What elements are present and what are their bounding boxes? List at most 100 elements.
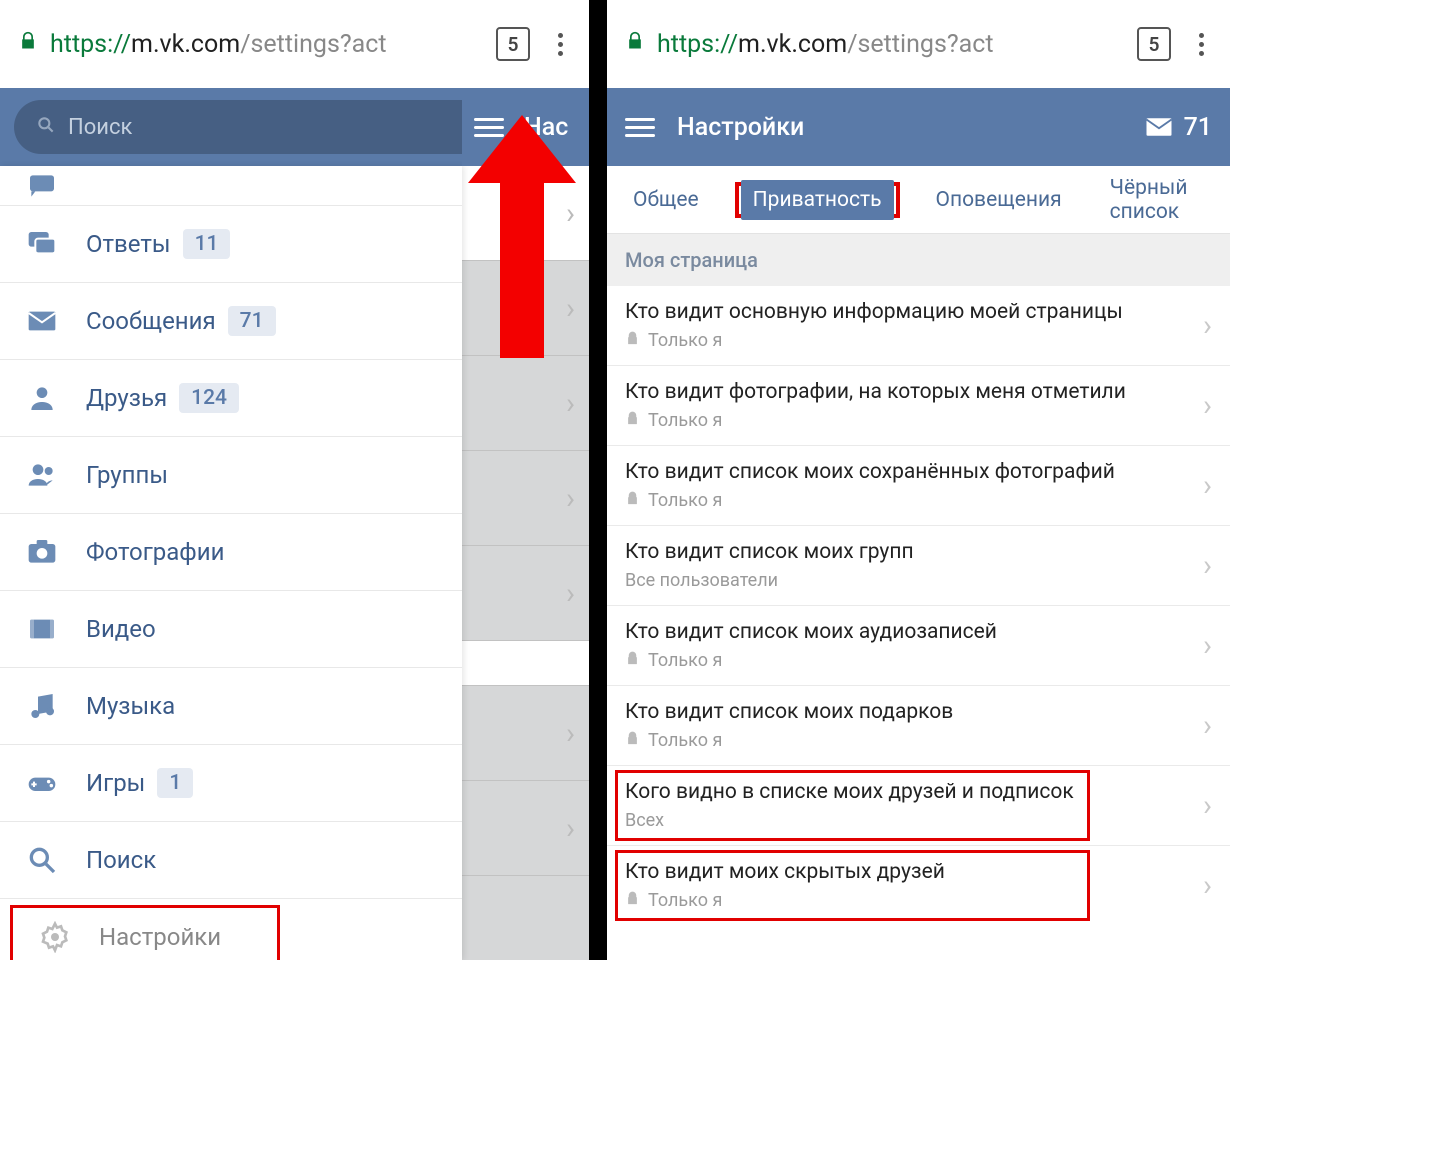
browser-menu-icon[interactable]: [550, 29, 571, 60]
bg-list-row[interactable]: ›: [462, 546, 589, 641]
camera-icon: [26, 536, 86, 568]
hamburger-icon[interactable]: [625, 113, 655, 142]
privacy-row-tagged-photos[interactable]: Кто видит фотографии, на которых меня от…: [607, 366, 1230, 446]
sidebar-item-search[interactable]: Поиск: [0, 822, 462, 899]
privacy-row-gifts[interactable]: Кто видит список моих подарков Только я …: [607, 686, 1230, 766]
sidebar-item-label: Музыка: [86, 692, 175, 720]
chat-icon: [26, 170, 86, 202]
sidebar-item-label: Видео: [86, 615, 156, 643]
search-placeholder: Поиск: [68, 115, 132, 140]
chevron-right-icon: ›: [566, 386, 575, 421]
privacy-row-value: Только я: [625, 730, 1203, 751]
sidebar-item-music[interactable]: Музыка: [0, 668, 462, 745]
chevron-right-icon: ›: [1203, 468, 1212, 503]
sidebar-item-label: Друзья: [86, 384, 167, 412]
sidebar-item-groups[interactable]: Группы: [0, 437, 462, 514]
sidebar-item-label: Поиск: [86, 846, 156, 874]
sidebar-item-video[interactable]: Видео: [0, 591, 462, 668]
tab-blacklist[interactable]: Чёрный список: [1098, 168, 1216, 232]
sidebar-item-label: Игры: [86, 769, 145, 797]
tab-general[interactable]: Общее: [621, 180, 711, 220]
sidebar-item-label: Группы: [86, 461, 168, 489]
sidebar-item-label: Фотографии: [86, 538, 224, 566]
privacy-row-title: Кто видит список моих сохранённых фотогр…: [625, 460, 1203, 484]
replies-icon: [26, 228, 86, 260]
lock-icon: [625, 650, 640, 671]
tab-privacy[interactable]: Приватность: [741, 180, 894, 220]
lock-icon: [18, 31, 38, 57]
tab-notifications[interactable]: Оповещения: [924, 180, 1074, 220]
sidebar-item-label: Ответы: [86, 230, 171, 258]
tab-count-button[interactable]: 5: [496, 27, 530, 61]
bg-list-row[interactable]: ›: [462, 356, 589, 451]
sidebar-item-photos[interactable]: Фотографии: [0, 514, 462, 591]
film-icon: [26, 613, 86, 645]
lock-icon: [625, 410, 640, 431]
lock-icon: [625, 490, 640, 511]
gear-icon: [39, 921, 99, 953]
messages-badge[interactable]: 71: [1144, 112, 1212, 142]
chevron-right-icon: ›: [566, 576, 575, 611]
chevron-right-icon: ›: [566, 811, 575, 846]
privacy-row-hidden-friends[interactable]: Кто видит моих скрытых друзей Только я ›: [607, 846, 1230, 925]
lock-icon: [625, 730, 640, 751]
chevron-right-icon: ›: [1203, 788, 1212, 823]
privacy-row-value: Только я: [625, 650, 1203, 671]
sidebar: Ответы 11 Сообщения 71 Друзья 124 Группы: [0, 166, 462, 960]
annotation-highlight: Приватность: [735, 182, 900, 218]
badge: 124: [179, 383, 239, 413]
sidebar-item-games[interactable]: Игры 1: [0, 745, 462, 822]
right-screenshot: https://m.vk.com/settings?act 5 Настройк…: [607, 0, 1230, 960]
bg-list-row[interactable]: ›: [462, 686, 589, 781]
messages-count: 71: [1184, 113, 1212, 142]
left-screenshot: https://m.vk.com/settings?act 5 Поиск На…: [0, 0, 607, 960]
bg-list-row[interactable]: ›: [462, 781, 589, 876]
sidebar-item-messages[interactable]: Сообщения 71: [0, 283, 462, 360]
privacy-row-title: Кто видит список моих групп: [625, 540, 1203, 564]
annotation-arrow: [468, 115, 576, 358]
privacy-row-title: Кого видно в списке моих друзей и подпис…: [625, 780, 1203, 804]
badge: 71: [228, 306, 276, 336]
privacy-row-groups[interactable]: Кто видит список моих групп Все пользова…: [607, 526, 1230, 606]
lock-icon: [625, 890, 640, 911]
person-icon: [26, 382, 86, 414]
vk-header-right: Настройки 71: [607, 88, 1230, 166]
search-icon: [36, 115, 56, 140]
chevron-right-icon: ›: [566, 481, 575, 516]
lock-icon: [625, 330, 640, 351]
privacy-row-value: Только я: [625, 890, 1203, 911]
privacy-row-value: Только я: [625, 330, 1203, 351]
privacy-row-value: Только я: [625, 490, 1203, 511]
chevron-right-icon: ›: [1203, 628, 1212, 663]
sidebar-item-label: Сообщения: [86, 307, 216, 335]
settings-tabs: Общее Приватность Оповещения Чёрный спис…: [607, 166, 1230, 234]
sidebar-item-partial[interactable]: [0, 166, 462, 206]
envelope-icon: [1144, 112, 1174, 142]
chevron-right-icon: ›: [1203, 388, 1212, 423]
privacy-row-friends-list[interactable]: Кого видно в списке моих друзей и подпис…: [607, 766, 1230, 846]
privacy-row-basic-info[interactable]: Кто видит основную информацию моей стран…: [607, 286, 1230, 366]
search-icon: [26, 844, 86, 876]
privacy-row-value: Все пользователи: [625, 570, 1203, 591]
browser-menu-icon[interactable]: [1191, 29, 1212, 60]
privacy-row-title: Кто видит моих скрытых друзей: [625, 860, 1203, 884]
browser-address-bar[interactable]: https://m.vk.com/settings?act 5: [607, 0, 1230, 88]
privacy-row-saved-photos[interactable]: Кто видит список моих сохранённых фотогр…: [607, 446, 1230, 526]
sidebar-item-friends[interactable]: Друзья 124: [0, 360, 462, 437]
chevron-right-icon: ›: [1203, 868, 1212, 903]
tab-count-button[interactable]: 5: [1137, 27, 1171, 61]
chevron-right-icon: ›: [1203, 708, 1212, 743]
browser-address-bar[interactable]: https://m.vk.com/settings?act 5: [0, 0, 589, 88]
privacy-row-audio[interactable]: Кто видит список моих аудиозаписей Тольк…: [607, 606, 1230, 686]
gamepad-icon: [26, 767, 86, 799]
sidebar-item-settings[interactable]: Настройки: [10, 905, 280, 960]
bg-list-row[interactable]: ›: [462, 451, 589, 546]
chevron-right-icon: ›: [566, 716, 575, 751]
people-icon: [26, 459, 86, 491]
music-icon: [26, 690, 86, 722]
section-header: Моя страница: [607, 234, 1230, 286]
bg-list-row[interactable]: [462, 641, 589, 686]
privacy-row-title: Кто видит список моих аудиозаписей: [625, 620, 1203, 644]
sidebar-item-replies[interactable]: Ответы 11: [0, 206, 462, 283]
chevron-right-icon: ›: [1203, 308, 1212, 343]
